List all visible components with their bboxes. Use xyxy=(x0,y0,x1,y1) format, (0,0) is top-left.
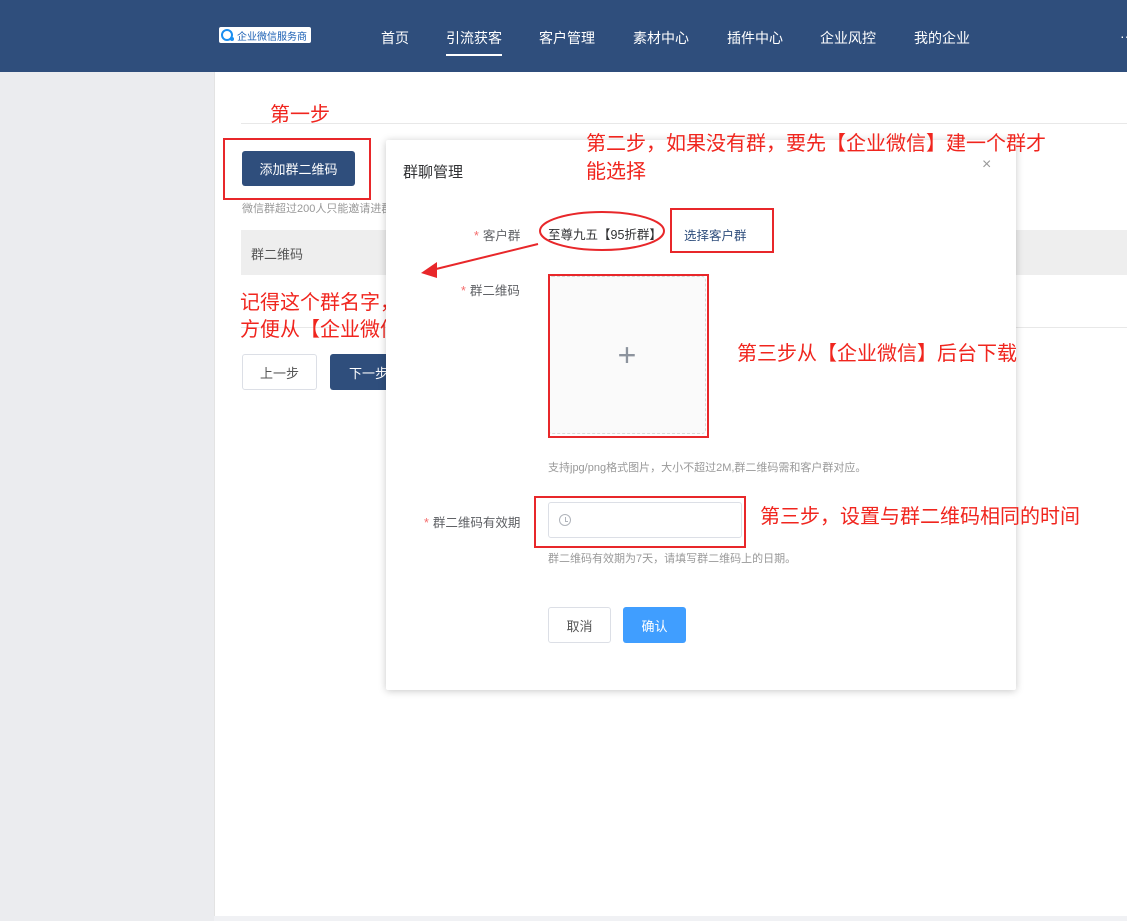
annotation-box-select-group xyxy=(670,208,774,253)
annotation-arrow-head xyxy=(421,262,437,278)
annotation-arrow-line xyxy=(431,243,539,271)
annotation-step3-time: 第三步，设置与群二维码相同的时间 xyxy=(760,506,1080,528)
annotation-step3-download: 第三步从【企业微信】后台下载 xyxy=(737,343,1017,365)
annotation-box-upload xyxy=(548,274,709,438)
annotation-box-expiry xyxy=(534,496,746,548)
annotation-ellipse-group-name xyxy=(539,211,665,251)
annotation-overlay xyxy=(421,211,665,278)
